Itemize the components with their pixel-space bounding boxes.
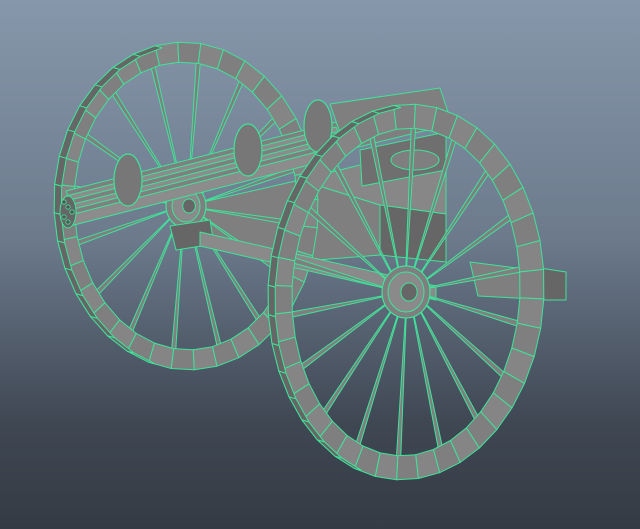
rim-side <box>267 284 276 318</box>
barrel-bore <box>65 219 71 225</box>
barrel-band <box>233 123 263 177</box>
rim-segment <box>154 41 180 66</box>
3d-viewport[interactable] <box>0 0 640 529</box>
wheel-spoke <box>416 305 483 427</box>
rim-segment <box>177 41 202 64</box>
barrel-bore <box>61 214 67 220</box>
rim-segment <box>519 268 545 300</box>
barrel-bore <box>61 199 67 205</box>
wheel-spoke <box>423 294 528 330</box>
wheel-spoke <box>395 309 407 462</box>
wheel-spoke <box>421 300 512 384</box>
hub-cap <box>400 282 418 302</box>
barrel-band <box>113 153 143 207</box>
wheel-spoke <box>411 308 444 454</box>
rim-segment <box>516 240 545 273</box>
rim-segment <box>170 348 195 371</box>
barrel-bore <box>69 209 75 215</box>
crank-disc <box>390 149 440 171</box>
hub-cap <box>182 198 196 214</box>
rim-segment <box>192 346 218 371</box>
rim-segment <box>396 454 419 481</box>
barrel-bore <box>65 204 71 210</box>
scene-render <box>53 41 567 481</box>
